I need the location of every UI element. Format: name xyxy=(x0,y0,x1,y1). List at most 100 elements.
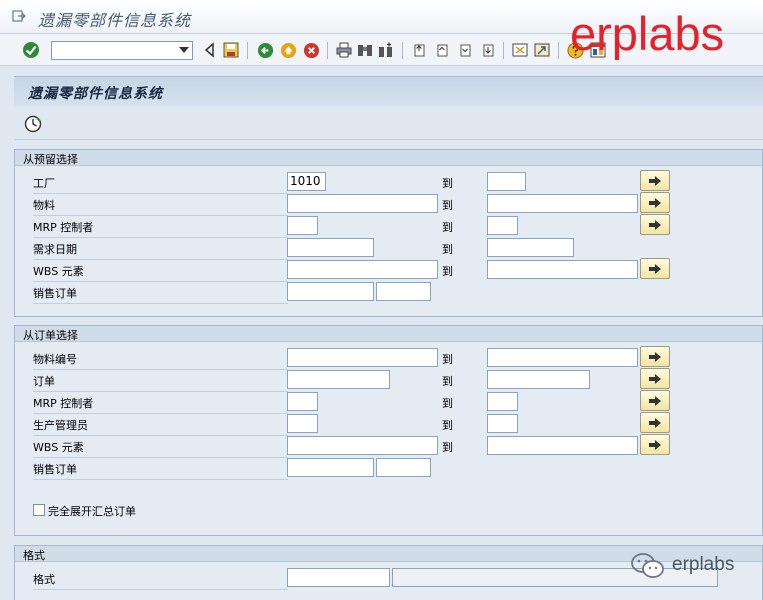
order-wbs-element-row: WBS 元素 到 xyxy=(15,433,762,458)
collapse-button[interactable] xyxy=(200,41,218,59)
wechat-logo-icon xyxy=(631,553,664,578)
production-scheduler-multiple-selection-button[interactable] xyxy=(640,412,670,433)
arrow-right-icon xyxy=(649,219,661,230)
back-button[interactable] xyxy=(256,41,274,59)
layout-input[interactable] xyxy=(287,568,390,587)
material-to-input[interactable] xyxy=(487,194,638,213)
material-row: 物料 到 xyxy=(15,191,762,216)
plant-from-input[interactable]: 1010 xyxy=(287,172,326,191)
order-to-input[interactable] xyxy=(487,370,590,389)
window-title: 遗漏零部件信息系统 xyxy=(38,11,192,30)
arrow-right-icon xyxy=(649,439,661,450)
wbs-element-row: WBS 元素 到 xyxy=(15,257,762,282)
order-mrp-controller-row: MRP 控制者 到 xyxy=(15,389,762,414)
back-icon xyxy=(257,42,273,58)
production-scheduler-from-input[interactable] xyxy=(287,414,318,433)
application-toolbar xyxy=(14,106,763,140)
material-multiple-selection-button[interactable] xyxy=(640,192,670,213)
requirement-date-row: 需求日期 到 xyxy=(15,235,762,260)
window-menu-icon[interactable] xyxy=(12,9,26,23)
next-page-button[interactable] xyxy=(456,41,474,59)
order-mrp-controller-to-input[interactable] xyxy=(487,392,518,411)
plant-multiple-selection-button[interactable] xyxy=(640,170,670,191)
mrp-controller-from-input[interactable] xyxy=(287,216,318,235)
mrp-controller-to-label: 到 xyxy=(442,221,453,234)
cancel-button[interactable] xyxy=(302,41,320,59)
execute-button[interactable] xyxy=(24,115,42,133)
exit-icon xyxy=(280,42,296,58)
triangle-left-icon xyxy=(204,42,214,58)
material-number-to-input[interactable] xyxy=(487,348,638,367)
order-from-input[interactable] xyxy=(287,370,390,389)
material-from-input[interactable] xyxy=(287,194,438,213)
exit-button[interactable] xyxy=(279,41,297,59)
previous-page-button[interactable] xyxy=(433,41,451,59)
watermark-logo: erplabs xyxy=(570,7,725,60)
last-page-icon xyxy=(483,44,494,57)
material-number-row: 物料编号 到 xyxy=(15,345,762,370)
page-title: 遗漏零部件信息系统 xyxy=(28,86,163,102)
order-sales-order-item-input[interactable] xyxy=(376,458,431,477)
save-icon xyxy=(223,42,239,58)
arrow-right-icon xyxy=(649,373,661,384)
print-icon xyxy=(336,42,352,58)
first-page-icon xyxy=(414,44,425,57)
requirement-date-to-input[interactable] xyxy=(487,238,574,257)
find-next-button[interactable] xyxy=(377,41,395,59)
group-title: 从订单选择 xyxy=(15,326,762,342)
order-sales-order-input[interactable] xyxy=(287,458,374,477)
explode-collective-orders-checkbox[interactable] xyxy=(33,504,45,516)
layout-description-field xyxy=(392,568,718,587)
wbs-element-multiple-selection-button[interactable] xyxy=(640,258,670,279)
explode-collective-orders-label: 完全展开汇总订单 xyxy=(48,505,136,518)
material-number-from-input[interactable] xyxy=(287,348,438,367)
sales-order-input[interactable] xyxy=(287,282,374,301)
order-sales-order-label: 销售订单 xyxy=(33,461,288,480)
last-page-button[interactable] xyxy=(479,41,497,59)
mrp-controller-row: MRP 控制者 到 xyxy=(15,213,762,238)
wbs-element-to-input[interactable] xyxy=(487,260,638,279)
arrow-right-icon xyxy=(649,417,661,428)
order-sales-order-row: 销售订单 xyxy=(15,455,762,480)
arrow-right-icon xyxy=(649,351,661,362)
cancel-icon xyxy=(303,42,319,58)
order-row: 订单 到 xyxy=(15,367,762,392)
mrp-controller-to-input[interactable] xyxy=(487,216,518,235)
material-number-multiple-selection-button[interactable] xyxy=(640,346,670,367)
requirement-date-to-label: 到 xyxy=(442,243,453,256)
order-wbs-element-from-input[interactable] xyxy=(287,436,438,455)
requirement-date-from-input[interactable] xyxy=(287,238,374,257)
create-shortcut-button[interactable] xyxy=(533,41,551,59)
mrp-controller-multiple-selection-button[interactable] xyxy=(640,214,670,235)
save-button[interactable] xyxy=(222,41,240,59)
order-mrp-controller-multiple-selection-button[interactable] xyxy=(640,390,670,411)
plant-to-input[interactable] xyxy=(487,172,526,191)
new-session-icon xyxy=(512,43,528,57)
chevron-down-icon[interactable] xyxy=(179,47,189,53)
plant-row: 工厂 1010 到 xyxy=(15,169,762,194)
checkmark-icon xyxy=(23,42,39,58)
order-wbs-element-to-label: 到 xyxy=(442,441,453,454)
layout-label: 格式 xyxy=(33,571,288,590)
enter-button[interactable] xyxy=(22,41,40,59)
command-field[interactable] xyxy=(51,41,193,60)
binoculars-icon xyxy=(358,45,372,56)
shortcut-icon xyxy=(534,43,550,57)
first-page-button[interactable] xyxy=(410,41,428,59)
wbs-element-from-input[interactable] xyxy=(287,260,438,279)
screen-title-bar: 遗漏零部件信息系统 xyxy=(14,76,763,106)
order-multiple-selection-button[interactable] xyxy=(640,368,670,389)
arrow-right-icon xyxy=(649,395,661,406)
order-to-label: 到 xyxy=(442,375,453,388)
group-title: 从预留选择 xyxy=(15,150,762,166)
sales-order-item-input[interactable] xyxy=(376,282,431,301)
order-wbs-element-multiple-selection-button[interactable] xyxy=(640,434,670,455)
create-session-button[interactable] xyxy=(511,41,529,59)
material-number-to-label: 到 xyxy=(442,353,453,366)
find-button[interactable] xyxy=(356,41,374,59)
order-mrp-controller-from-input[interactable] xyxy=(287,392,318,411)
order-wbs-element-to-input[interactable] xyxy=(487,436,638,455)
print-button[interactable] xyxy=(335,41,353,59)
production-scheduler-to-input[interactable] xyxy=(487,414,518,433)
arrow-right-icon xyxy=(649,197,661,208)
